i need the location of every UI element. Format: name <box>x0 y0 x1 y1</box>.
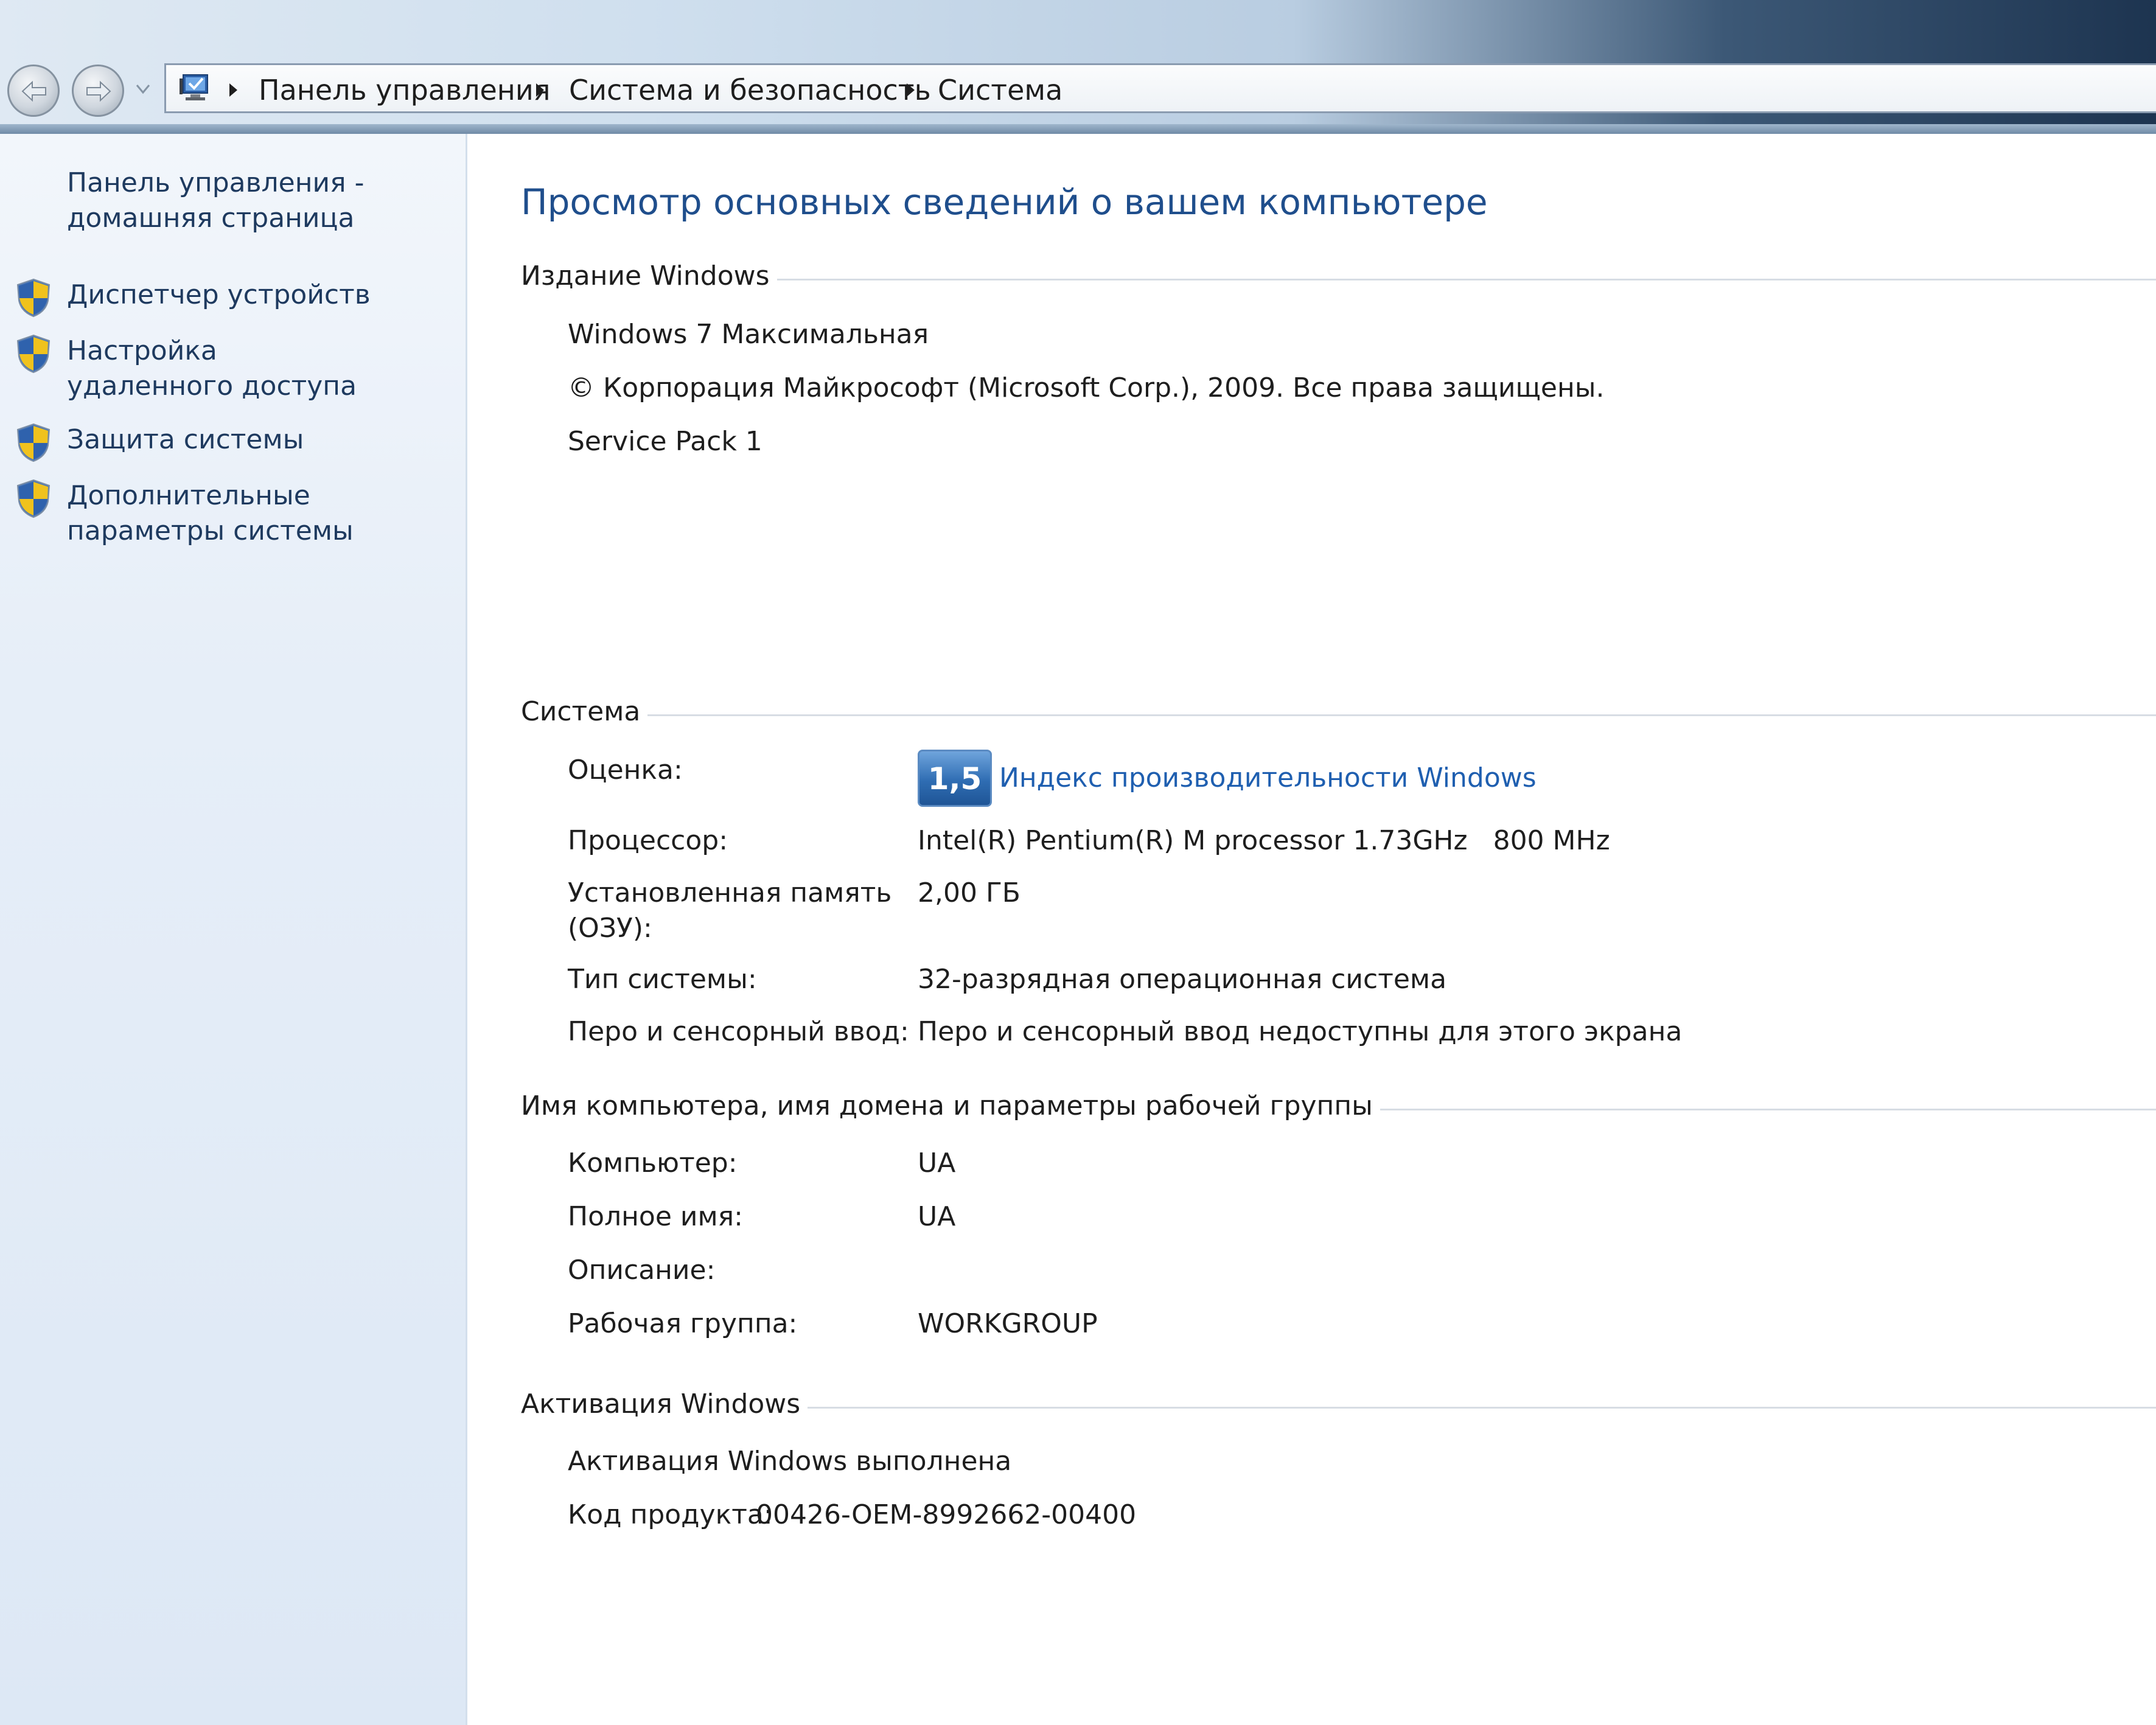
copyright-text: © Корпорация Майкрософт (Microsoft Corp.… <box>568 372 1605 403</box>
performance-index-link[interactable]: Индекс производительности Windows <box>999 762 1537 793</box>
full-name-label: Полное имя: <box>568 1201 743 1232</box>
full-name-value: UA <box>918 1201 956 1232</box>
breadcrumb-system-security[interactable]: Система и безопасность <box>569 74 931 106</box>
navigation-bar: Панель управления Система и безопасность… <box>0 0 2156 134</box>
memory-value: 2,00 ГБ <box>918 877 1020 908</box>
service-pack: Service Pack 1 <box>568 426 762 457</box>
pen-touch-label: Перо и сенсорный ввод: <box>568 1016 909 1047</box>
product-key-label: Код продукта: <box>568 1499 773 1530</box>
section-windows-activation: Активация Windows <box>521 1389 2156 1425</box>
computer-icon <box>180 74 208 100</box>
computer-label: Компьютер: <box>568 1148 738 1179</box>
breadcrumb-control-panel[interactable]: Панель управления <box>259 74 550 106</box>
section-heading: Система <box>521 696 648 727</box>
processor-value: Intel(R) Pentium(R) M processor 1.73GHz … <box>918 825 1610 856</box>
section-computer-name: Имя компьютера, имя домена и параметры р… <box>521 1090 2156 1127</box>
uac-shield-icon <box>16 334 51 374</box>
workgroup-label: Рабочая группа: <box>568 1308 798 1339</box>
uac-shield-icon <box>16 423 51 462</box>
breadcrumb-separator-icon[interactable] <box>907 83 915 97</box>
system-protection-link[interactable]: Защита системы <box>67 422 456 458</box>
description-label: Описание: <box>568 1255 716 1286</box>
advanced-system-settings-link[interactable]: Дополнительные параметры системы <box>67 478 469 549</box>
memory-label-suffix: (ОЗУ): <box>568 913 652 944</box>
breadcrumb-separator-icon[interactable] <box>536 83 544 97</box>
processor-label: Процессор: <box>568 825 728 856</box>
section-divider <box>521 714 2156 716</box>
recent-pages-dropdown-icon[interactable] <box>135 83 151 95</box>
system-type-label: Тип системы: <box>568 964 757 995</box>
uac-shield-icon <box>16 479 51 518</box>
forward-button[interactable] <box>72 64 124 117</box>
system-properties-content: Просмотр основных сведений о вашем компь… <box>467 134 2156 1725</box>
control-panel-home-link[interactable]: Панель управления - домашняя страница <box>67 166 408 236</box>
computer-value: UA <box>918 1148 956 1179</box>
activation-status: Активация Windows выполнена <box>568 1446 1012 1477</box>
performance-index-badge[interactable]: 1,5 <box>918 750 992 807</box>
page-title: Просмотр основных сведений о вашем компь… <box>521 181 1488 223</box>
rating-label: Оценка: <box>568 754 683 786</box>
section-heading: Имя компьютера, имя домена и параметры р… <box>521 1090 1380 1121</box>
windows-edition-name: Windows 7 Максимальная <box>568 319 929 350</box>
breadcrumb-system[interactable]: Система <box>938 74 1062 106</box>
back-button[interactable] <box>7 64 60 117</box>
workgroup-value: WORKGROUP <box>918 1308 1098 1339</box>
section-heading: Активация Windows <box>521 1389 808 1420</box>
memory-label: Установленная память <box>568 877 892 908</box>
address-bar[interactable]: Панель управления Система и безопасность… <box>164 63 2156 113</box>
performance-score: 1,5 <box>927 761 982 796</box>
pen-touch-value: Перо и сенсорный ввод недоступны для это… <box>918 1016 1683 1047</box>
task-pane: Панель управления - домашняя страница Ди… <box>0 134 467 1725</box>
breadcrumb-separator-icon[interactable] <box>229 83 237 97</box>
device-manager-link[interactable]: Диспетчер устройств <box>67 277 456 313</box>
uac-shield-icon <box>16 278 51 318</box>
system-type-value: 32-разрядная операционная система <box>918 964 1447 995</box>
section-heading: Издание Windows <box>521 260 777 291</box>
forward-arrow-icon <box>86 80 111 102</box>
remote-settings-link[interactable]: Настройка удаленного доступа <box>67 333 383 404</box>
product-key-value: 00426-OEM-8992662-00400 <box>756 1499 1137 1530</box>
section-windows-edition: Издание Windows <box>521 260 2156 297</box>
section-system: Система <box>521 696 2156 733</box>
back-arrow-icon <box>21 80 46 102</box>
